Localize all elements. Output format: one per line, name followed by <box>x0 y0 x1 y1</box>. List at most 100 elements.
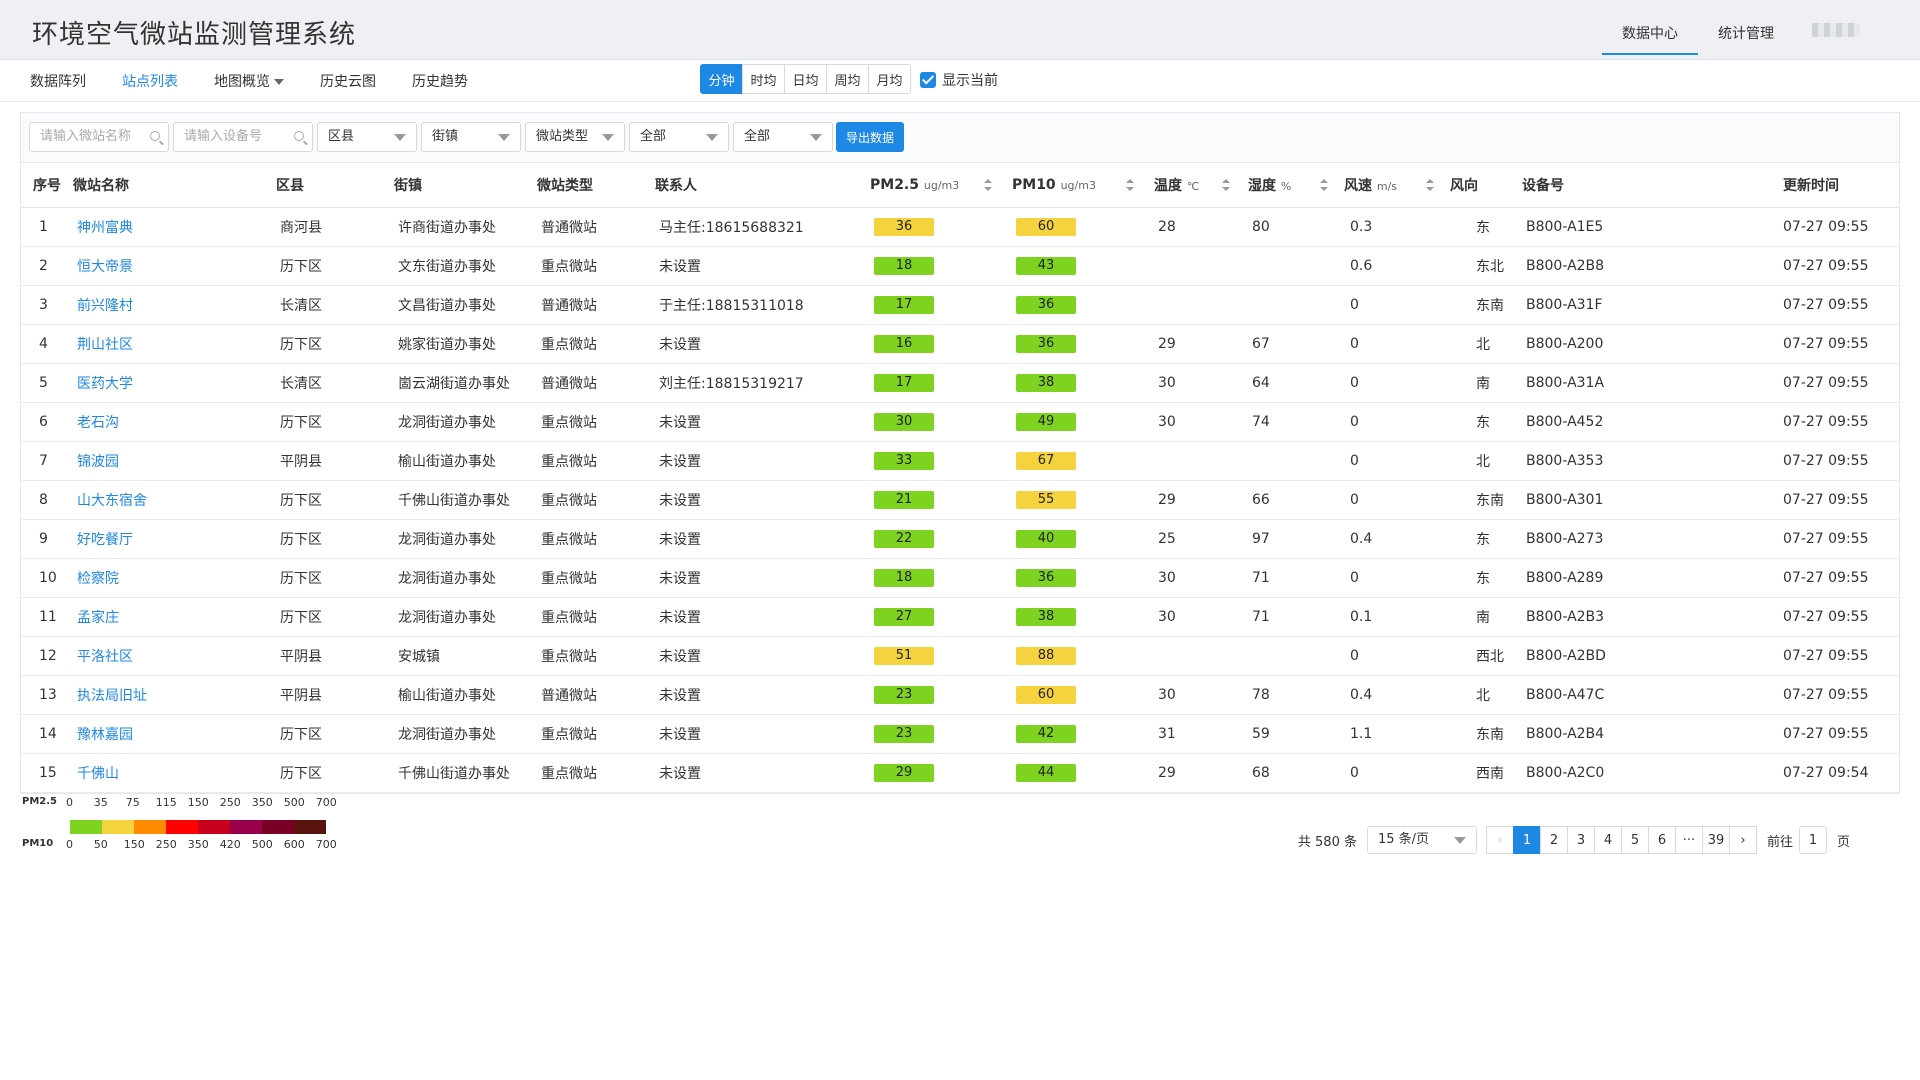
cell-station-name[interactable]: 荆山社区 <box>73 324 276 364</box>
cell-station-name[interactable]: 孟家庄 <box>73 597 276 637</box>
table-row[interactable]: 1 神州富典 商河县 许商街道办事处 普通微站 马主任:18615688321 36 60 28… <box>21 207 1899 247</box>
station-name-link[interactable]: 孟家庄 <box>77 610 119 626</box>
period-daily-button[interactable]: 日均 <box>784 64 827 94</box>
cell-station-name[interactable]: 好吃餐厅 <box>73 519 276 559</box>
sort-icon[interactable] <box>984 179 992 191</box>
station-name-input[interactable]: 请输入微站名称 <box>29 122 169 152</box>
cell-pm25: 21 <box>870 480 1012 520</box>
cell-station-name[interactable]: 锦波园 <box>73 441 276 481</box>
cell-station-name[interactable]: 检察院 <box>73 558 276 598</box>
cell-station-name[interactable]: 恒大帝景 <box>73 246 276 286</box>
table-row[interactable]: 9 好吃餐厅 历下区 龙洞街道办事处 重点微站 未设置 22 40 25 97 0.4 东 B800-A… <box>21 519 1899 559</box>
station-type-select[interactable]: 微站类型 <box>525 122 625 152</box>
cell-station-name[interactable]: 平洛社区 <box>73 636 276 676</box>
period-weekly-button[interactable]: 周均 <box>826 64 869 94</box>
cell-station-name[interactable]: 豫林嘉园 <box>73 714 276 754</box>
legend-color-swatch <box>166 820 198 834</box>
table-row[interactable]: 10 检察院 历下区 龙洞街道办事处 重点微站 未设置 18 36 30 71 0 东 B800-A28… <box>21 558 1899 598</box>
table-row[interactable]: 3 前兴隆村 长清区 文昌街道办事处 普通微站 于主任:18815311018 17 36 0 东… <box>21 285 1899 325</box>
station-name-link[interactable]: 执法局旧址 <box>77 688 147 704</box>
page-number-button[interactable]: 2 <box>1539 826 1568 854</box>
legend-tick-label: 500 <box>283 796 305 809</box>
table-row[interactable]: 12 平洛社区 平阴县 安城镇 重点微站 未设置 51 88 0 西北 B800-A2BD 07-27… <box>21 636 1899 676</box>
col-pm25[interactable]: PM2.5 ug/m3 <box>870 163 1012 208</box>
table-row[interactable]: 13 执法局旧址 平阴县 榆山街道办事处 普通微站 未设置 23 60 30 78 0.4 北 B800… <box>21 675 1899 715</box>
station-name-link[interactable]: 医药大学 <box>77 376 133 392</box>
filter-all-select-1[interactable]: 全部 <box>629 122 729 152</box>
table-row[interactable]: 7 锦波园 平阴县 榆山街道办事处 重点微站 未设置 33 67 0 北 B800-A353 07-2… <box>21 441 1899 481</box>
col-pm10[interactable]: PM10 ug/m3 <box>1012 163 1154 208</box>
table-row[interactable]: 6 老石沟 历下区 龙洞街道办事处 重点微站 未设置 30 49 30 74 0 东 B800-A452… <box>21 402 1899 442</box>
table-row[interactable]: 2 恒大帝景 历下区 文东街道办事处 重点微站 未设置 18 43 0.6 东北 B800-A2B8… <box>21 246 1899 286</box>
col-humidity[interactable]: 湿度 % <box>1248 163 1344 208</box>
station-name-link[interactable]: 平洛社区 <box>77 649 133 665</box>
sort-icon[interactable] <box>1222 179 1230 191</box>
device-no-input[interactable]: 请输入设备号 <box>173 122 313 152</box>
station-name-link[interactable]: 锦波园 <box>77 454 119 470</box>
tab-station-list[interactable]: 站点列表 <box>104 71 196 91</box>
cell-pm25: 23 <box>870 675 1012 715</box>
cell-pm10: 36 <box>1012 285 1154 325</box>
station-name-link[interactable]: 前兴隆村 <box>77 298 133 314</box>
col-wind-speed[interactable]: 风速 m/s <box>1344 163 1450 208</box>
cell-station-name[interactable]: 老石沟 <box>73 402 276 442</box>
tab-history-cloud[interactable]: 历史云图 <box>302 71 394 91</box>
period-toggle-group: 分钟 时均 日均 周均 月均 <box>700 64 911 94</box>
station-name-link[interactable]: 检察院 <box>77 571 119 587</box>
show-current-toggle[interactable]: 显示当前 <box>920 70 998 90</box>
show-current-checkbox[interactable] <box>920 72 936 88</box>
period-hourly-button[interactable]: 时均 <box>742 64 785 94</box>
table-row[interactable]: 4 荆山社区 历下区 姚家街道办事处 重点微站 未设置 16 36 29 67 0 北 B800-A20… <box>21 324 1899 364</box>
station-name-link[interactable]: 山大东宿舍 <box>77 493 147 509</box>
street-select[interactable]: 街镇 <box>421 122 521 152</box>
station-name-link[interactable]: 老石沟 <box>77 415 119 431</box>
cell-station-name[interactable]: 千佛山 <box>73 753 276 793</box>
page-size-select[interactable]: 15 条/页 <box>1366 826 1477 854</box>
page-ellipsis[interactable]: ··· <box>1674 826 1703 854</box>
sort-icon[interactable] <box>1426 179 1434 191</box>
page-number-button[interactable]: 39 <box>1701 826 1730 854</box>
cell-updated-time: 07-27 09:55 <box>1783 558 1899 598</box>
page-number-button[interactable]: 1 <box>1512 826 1541 854</box>
goto-page-input[interactable]: 1 <box>1798 826 1827 854</box>
tab-history-trend[interactable]: 历史趋势 <box>394 71 486 91</box>
period-monthly-button[interactable]: 月均 <box>868 64 911 94</box>
cell-station-name[interactable]: 神州富典 <box>73 207 276 247</box>
page-number-button[interactable]: 5 <box>1620 826 1649 854</box>
district-select[interactable]: 区县 <box>317 122 417 152</box>
station-name-link[interactable]: 好吃餐厅 <box>77 532 133 548</box>
tab-map-overview[interactable]: 地图概览 <box>196 71 302 91</box>
top-nav-data-center[interactable]: 数据中心 <box>1602 5 1698 55</box>
page-number-button[interactable]: 4 <box>1593 826 1622 854</box>
table-row[interactable]: 8 山大东宿舍 历下区 千佛山街道办事处 重点微站 未设置 21 55 29 66 0 东南 B800-… <box>21 480 1899 520</box>
page-number-button[interactable]: 6 <box>1647 826 1676 854</box>
table-row[interactable]: 11 孟家庄 历下区 龙洞街道办事处 重点微站 未设置 27 38 30 71 0.1 南 B800-A… <box>21 597 1899 637</box>
cell-station-name[interactable]: 执法局旧址 <box>73 675 276 715</box>
col-temperature[interactable]: 温度 ℃ <box>1154 163 1248 208</box>
col-pm10-unit: ug/m3 <box>1060 178 1096 192</box>
cell-station-name[interactable]: 医药大学 <box>73 363 276 403</box>
cell-station-name[interactable]: 前兴隆村 <box>73 285 276 325</box>
station-name-link[interactable]: 荆山社区 <box>77 337 133 353</box>
cell-device-no: B800-A353 <box>1522 441 1783 481</box>
pm10-badge: 60 <box>1016 685 1076 704</box>
sort-icon[interactable] <box>1126 179 1134 191</box>
tab-data-array[interactable]: 数据阵列 <box>12 71 104 91</box>
top-nav-statistics[interactable]: 统计管理 <box>1698 5 1794 55</box>
table-row[interactable]: 5 医药大学 长清区 崮云湖街道办事处 普通微站 刘主任:18815319217 17 38 3… <box>21 363 1899 403</box>
page-number-button[interactable]: 3 <box>1566 826 1595 854</box>
station-name-link[interactable]: 恒大帝景 <box>77 259 133 275</box>
prev-page-button[interactable]: ‹ <box>1485 826 1514 854</box>
station-name-link[interactable]: 神州富典 <box>77 220 133 236</box>
user-avatar[interactable] <box>1812 23 1860 37</box>
period-minute-button[interactable]: 分钟 <box>700 64 743 94</box>
station-name-link[interactable]: 豫林嘉园 <box>77 727 133 743</box>
cell-station-name[interactable]: 山大东宿舍 <box>73 480 276 520</box>
table-row[interactable]: 15 千佛山 历下区 千佛山街道办事处 重点微站 未设置 29 44 29 68 0 西南 B800-A… <box>21 753 1899 793</box>
next-page-button[interactable]: › <box>1728 826 1757 854</box>
station-name-link[interactable]: 千佛山 <box>77 766 119 782</box>
filter-all-select-2[interactable]: 全部 <box>733 122 833 152</box>
sort-icon[interactable] <box>1320 179 1328 191</box>
export-data-button[interactable]: 导出数据 <box>836 122 904 152</box>
table-row[interactable]: 14 豫林嘉园 历下区 龙洞街道办事处 重点微站 未设置 23 42 31 59 1.1 东南 B800… <box>21 714 1899 754</box>
